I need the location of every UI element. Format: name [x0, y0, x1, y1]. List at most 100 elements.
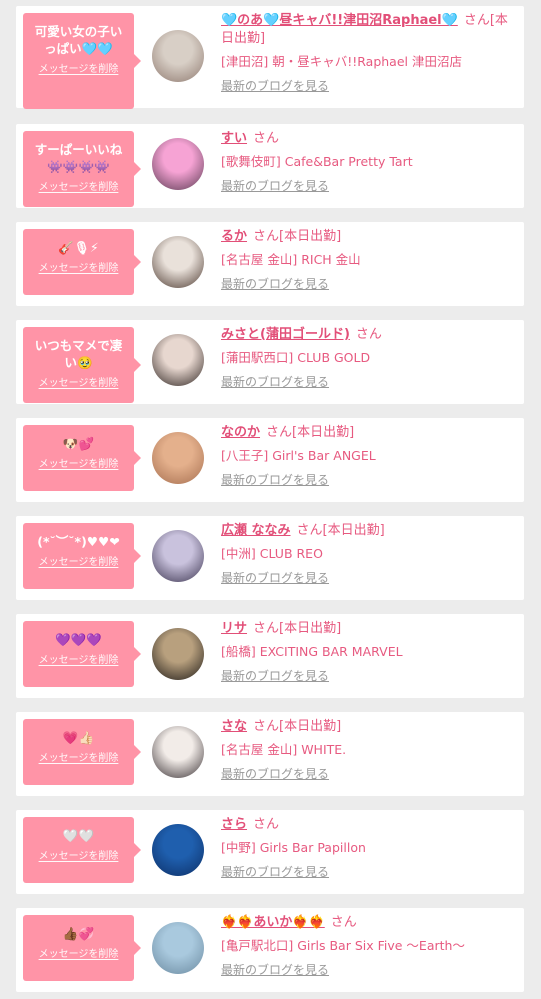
- latest-blog-link[interactable]: 最新のブログを見る: [221, 471, 329, 488]
- profile-name-link[interactable]: 広瀬 ななみ: [221, 523, 291, 538]
- delete-message-link[interactable]: メッセージを削除: [39, 945, 119, 960]
- profile-name-link[interactable]: さら: [221, 817, 247, 832]
- shop-name: [亀戸駅北口] Girls Bar Six Five 〜Earth〜: [221, 938, 465, 953]
- shop-name: [中洲] CLUB REO: [221, 546, 323, 561]
- message-bubble: 💜💜💜 メッセージを削除: [23, 621, 141, 687]
- profile-info: みさと(蒲田ゴールド) さん [蒲田駅西口] CLUB GOLD 最新のブログを見る: [221, 326, 517, 390]
- message-bubble: すーぱーいいね👾👾👾👾 メッセージを削除: [23, 131, 141, 207]
- shop-name: [歌舞伎町] Cafe&Bar Pretty Tart: [221, 154, 413, 169]
- latest-blog-link[interactable]: 最新のブログを見る: [221, 863, 329, 880]
- profile-name-link[interactable]: るか: [221, 229, 247, 244]
- name-suffix: さん[本日出勤]: [253, 719, 342, 734]
- name-suffix: さん[本日出勤]: [296, 523, 385, 538]
- message-bubble: 👍🏾💞 メッセージを削除: [23, 915, 141, 981]
- shop-name: [蒲田駅西口] CLUB GOLD: [221, 350, 371, 365]
- delete-message-link[interactable]: メッセージを削除: [39, 651, 119, 666]
- shop-name: [名古屋 金山] WHITE.: [221, 742, 347, 757]
- message-text: 🤍🤍: [62, 828, 95, 843]
- latest-blog-link[interactable]: 最新のブログを見る: [221, 569, 329, 586]
- name-suffix: さん: [253, 817, 280, 832]
- latest-blog-link[interactable]: 最新のブログを見る: [221, 765, 329, 782]
- message-text: (*˘︶˘*)♥♥❤: [37, 534, 120, 549]
- profile-info: さら さん [中野] Girls Bar Papillon 最新のブログを見る: [221, 816, 517, 880]
- name-line: るか さん[本日出勤]: [221, 228, 517, 246]
- profile-info: ❤️‍🔥❤️‍🔥あいか❤️‍🔥❤️‍🔥 さん [亀戸駅北口] Girls Bar S…: [221, 914, 517, 978]
- name-line: みさと(蒲田ゴールド) さん: [221, 326, 517, 344]
- profile-info: リサ さん[本日出勤] [船橋] EXCITING BAR MARVEL 最新のブログ…: [221, 620, 517, 684]
- avatar[interactable]: [152, 628, 204, 680]
- name-line: リサ さん[本日出勤]: [221, 620, 517, 638]
- message-text: 🎸🎙⚡: [58, 240, 99, 255]
- profile-name-link[interactable]: リサ: [221, 621, 247, 636]
- favorite-card: 💜💜💜 メッセージを削除 リサ さん[本日出勤] [船橋] EXCITING BAR M…: [16, 614, 524, 698]
- name-line: さな さん[本日出勤]: [221, 718, 517, 736]
- profile-info: るか さん[本日出勤] [名古屋 金山] RICH 金山 最新のブログを見る: [221, 228, 517, 292]
- profile-name-link[interactable]: みさと(蒲田ゴールド): [221, 327, 350, 342]
- delete-message-link[interactable]: メッセージを削除: [39, 455, 119, 470]
- delete-message-link[interactable]: メッセージを削除: [39, 553, 119, 568]
- avatar[interactable]: [152, 922, 204, 974]
- favorite-card: 可愛い女の子いっぱい🩵🩵 メッセージを削除 🩵のあ🩵昼キャバ!!津田沼Raphael…: [16, 6, 524, 109]
- name-line: さら さん: [221, 816, 517, 834]
- avatar[interactable]: [152, 334, 204, 386]
- profile-name-link[interactable]: すい: [221, 131, 247, 146]
- avatar[interactable]: [152, 432, 204, 484]
- delete-message-link[interactable]: メッセージを削除: [39, 374, 119, 389]
- message-bubble: 🎸🎙⚡ メッセージを削除: [23, 229, 141, 295]
- delete-message-link[interactable]: メッセージを削除: [39, 178, 119, 193]
- latest-blog-link[interactable]: 最新のブログを見る: [221, 667, 329, 684]
- message-bubble: 🤍🤍 メッセージを削除: [23, 817, 141, 883]
- name-suffix: さん: [355, 327, 382, 342]
- profile-name-link[interactable]: なのか: [221, 425, 260, 440]
- name-line: 広瀬 ななみ さん[本日出勤]: [221, 522, 517, 540]
- message-bubble: 可愛い女の子いっぱい🩵🩵 メッセージを削除: [23, 13, 141, 109]
- message-bubble: (*˘︶˘*)♥♥❤ メッセージを削除: [23, 523, 141, 589]
- name-line: 🩵のあ🩵昼キャバ!!津田沼Raphael🩵 さん[本日出勤]: [221, 12, 517, 48]
- favorite-message-list: 可愛い女の子いっぱい🩵🩵 メッセージを削除 🩵のあ🩵昼キャバ!!津田沼Raphael…: [0, 0, 541, 999]
- latest-blog-link[interactable]: 最新のブログを見る: [221, 373, 329, 390]
- avatar[interactable]: [152, 30, 204, 82]
- favorite-card: いつもマメで凄い🥹 メッセージを削除 みさと(蒲田ゴールド) さん [蒲田駅西口] CL…: [16, 320, 524, 404]
- favorite-card: (*˘︶˘*)♥♥❤ メッセージを削除 広瀬 ななみ さん[本日出勤] [中洲] CLU…: [16, 516, 524, 600]
- latest-blog-link[interactable]: 最新のブログを見る: [221, 77, 329, 94]
- message-text: 👍🏾💞: [62, 926, 95, 941]
- profile-name-link[interactable]: 🩵のあ🩵昼キャバ!!津田沼Raphael🩵: [221, 13, 458, 28]
- latest-blog-link[interactable]: 最新のブログを見る: [221, 177, 329, 194]
- favorite-card: 💗👍🏻 メッセージを削除 さな さん[本日出勤] [名古屋 金山] WHITE. 最新のブ…: [16, 712, 524, 796]
- delete-message-link[interactable]: メッセージを削除: [39, 847, 119, 862]
- profile-info: さな さん[本日出勤] [名古屋 金山] WHITE. 最新のブログを見る: [221, 718, 517, 782]
- name-line: すい さん: [221, 130, 517, 148]
- message-text: すーぱーいいね👾👾👾👾: [34, 142, 123, 174]
- message-bubble: いつもマメで凄い🥹 メッセージを削除: [23, 327, 141, 403]
- message-text: 💗👍🏻: [62, 730, 95, 745]
- name-suffix: さん: [253, 131, 280, 146]
- message-text: 🐶💕: [62, 436, 95, 451]
- profile-info: 広瀬 ななみ さん[本日出勤] [中洲] CLUB REO 最新のブログを見る: [221, 522, 517, 586]
- name-suffix: さん[本日出勤]: [253, 621, 342, 636]
- profile-name-link[interactable]: さな: [221, 719, 247, 734]
- avatar[interactable]: [152, 824, 204, 876]
- avatar[interactable]: [152, 138, 204, 190]
- avatar[interactable]: [152, 236, 204, 288]
- latest-blog-link[interactable]: 最新のブログを見る: [221, 961, 329, 978]
- name-line: ❤️‍🔥❤️‍🔥あいか❤️‍🔥❤️‍🔥 さん: [221, 914, 517, 932]
- shop-name: [津田沼] 朝・昼キャバ!!Raphael 津田沼店: [221, 54, 462, 69]
- profile-info: 🩵のあ🩵昼キャバ!!津田沼Raphael🩵 さん[本日出勤] [津田沼] 朝・昼キャ…: [221, 12, 517, 94]
- avatar[interactable]: [152, 530, 204, 582]
- favorite-card: 🎸🎙⚡ メッセージを削除 るか さん[本日出勤] [名古屋 金山] RICH 金山 最新の…: [16, 222, 524, 306]
- name-line: なのか さん[本日出勤]: [221, 424, 517, 442]
- latest-blog-link[interactable]: 最新のブログを見る: [221, 275, 329, 292]
- favorite-card: 🤍🤍 メッセージを削除 さら さん [中野] Girls Bar Papillon 最新の…: [16, 810, 524, 894]
- shop-name: [船橋] EXCITING BAR MARVEL: [221, 644, 403, 659]
- favorite-card: すーぱーいいね👾👾👾👾 メッセージを削除 すい さん [歌舞伎町] Cafe&Bar P…: [16, 124, 524, 208]
- delete-message-link[interactable]: メッセージを削除: [39, 259, 119, 274]
- delete-message-link[interactable]: メッセージを削除: [39, 60, 119, 75]
- name-suffix: さん[本日出勤]: [253, 229, 342, 244]
- shop-name: [名古屋 金山] RICH 金山: [221, 252, 361, 267]
- profile-info: すい さん [歌舞伎町] Cafe&Bar Pretty Tart 最新のブログを見る: [221, 130, 517, 194]
- delete-message-link[interactable]: メッセージを削除: [39, 749, 119, 764]
- profile-info: なのか さん[本日出勤] [八王子] Girl's Bar ANGEL 最新のブログを…: [221, 424, 517, 488]
- message-bubble: 💗👍🏻 メッセージを削除: [23, 719, 141, 785]
- profile-name-link[interactable]: ❤️‍🔥❤️‍🔥あいか❤️‍🔥❤️‍🔥: [221, 915, 325, 930]
- avatar[interactable]: [152, 726, 204, 778]
